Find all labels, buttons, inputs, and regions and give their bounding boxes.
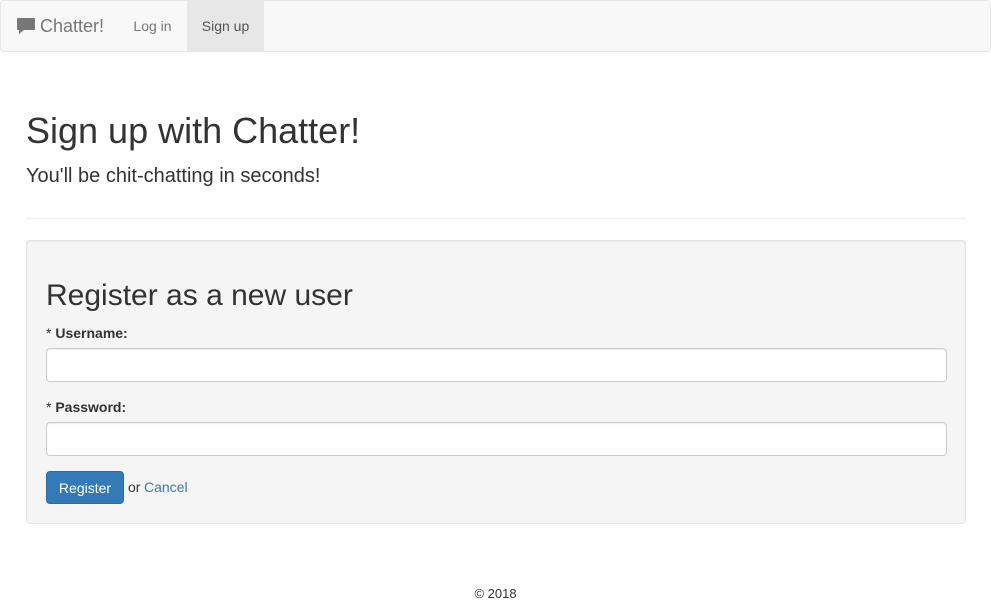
or-text: or: [128, 479, 141, 495]
page-subtitle: You'll be chit-chatting in seconds!: [26, 165, 321, 187]
password-label: * Password:: [46, 398, 126, 416]
page-title: Sign up with Chatter!: [26, 110, 361, 151]
form-title: Register as a new user: [46, 279, 353, 312]
required-marker: *: [46, 399, 52, 415]
navbar: Chatter! Log in Sign up: [0, 0, 991, 52]
brand-label: Chatter!: [40, 15, 105, 36]
register-form-panel: Register as a new user * Username: * Pas…: [26, 240, 966, 524]
username-input[interactable]: [46, 348, 947, 382]
required-marker: *: [46, 325, 52, 341]
register-button[interactable]: Register: [46, 471, 124, 504]
brand-link[interactable]: Chatter!: [16, 1, 104, 51]
header-divider: [26, 218, 966, 219]
comment-icon: [16, 17, 36, 35]
password-input[interactable]: [46, 422, 947, 456]
nav-item-sign-up[interactable]: Sign up: [187, 1, 264, 51]
nav-item-log-in[interactable]: Log in: [118, 1, 187, 51]
username-label: * Username:: [46, 324, 128, 342]
cancel-link[interactable]: Cancel: [144, 479, 188, 496]
username-label-text: Username:: [55, 325, 128, 341]
footer-copyright: © 2018: [474, 586, 517, 601]
nav-item-label: Sign up: [201, 18, 250, 34]
password-label-text: Password:: [55, 399, 127, 415]
nav-item-label: Log in: [133, 18, 172, 34]
